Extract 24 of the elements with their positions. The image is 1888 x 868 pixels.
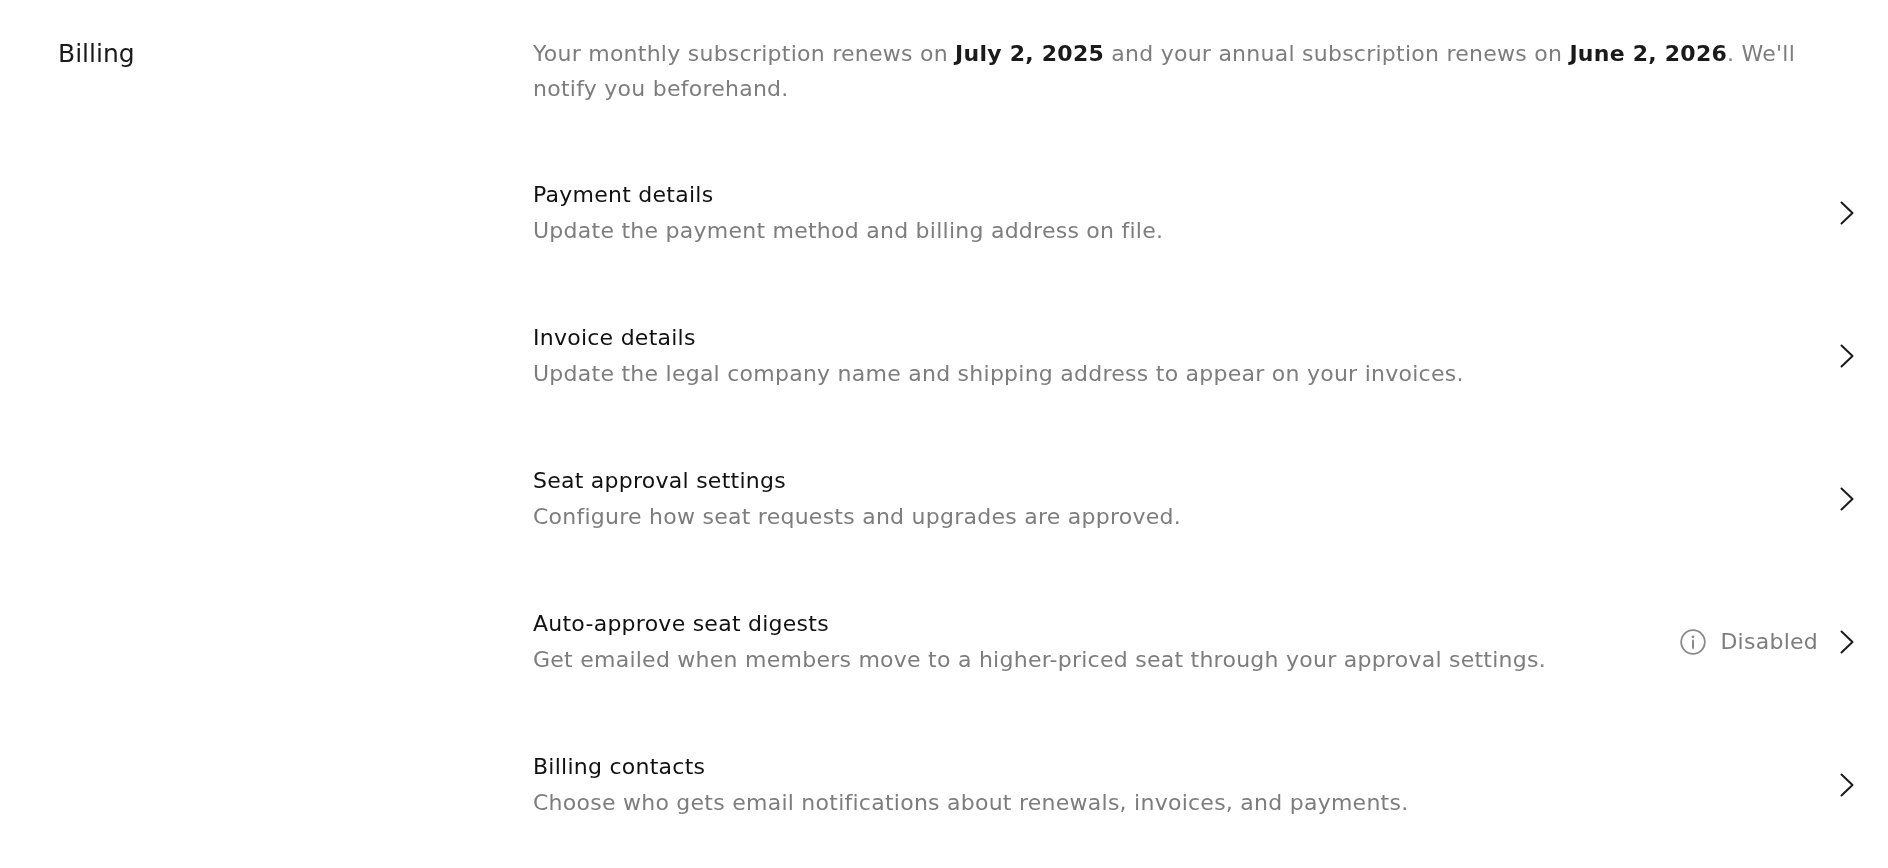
row-description: Configure how seat requests and upgrades are approved. [533,502,1181,531]
settings-row[interactable]: Billing contacts Choose who gets email notifications about renewals, invoices, and payments. [533,713,1854,856]
chevron-right-icon [1840,772,1854,797]
chevron-right-icon [1840,486,1854,511]
settings-row[interactable]: Seat approval settings Configure how seat requests and upgrades are approved. [533,427,1854,570]
row-description: Update the legal company name and shipping address to appear on your invoices. [533,359,1464,388]
row-title: Payment details [533,180,714,209]
info-icon [1680,628,1707,655]
chevron-right-icon [1840,200,1854,225]
settings-row[interactable]: Invoice details Update the legal company name and shipping address to appear on your invoices. [533,284,1854,427]
row-title: Billing contacts [533,752,706,781]
row-description: Get emailed when members move to a higher-priced seat through your approval settings. [533,645,1546,674]
status-label: Disabled [1720,627,1818,656]
renewal-notice: Your monthly subscription renews on July 2, 2025 and your annual subscription renews on June 2, 2026. We'll notify you beforehand. [533,40,1797,103]
row-description: Update the payment method and billing address on file. [533,216,1164,245]
chevron-right-icon [1840,629,1854,654]
row-title: Seat approval settings [533,466,786,495]
chevron-right-icon [1840,343,1854,368]
section-title: Billing [58,38,135,70]
settings-row[interactable]: Payment details Update the payment method and billing address on file. [533,141,1854,284]
row-title: Invoice details [533,323,696,352]
settings-row[interactable]: Auto-approve seat digests Get emailed when members move to a higher-priced seat through your approval settings. Disabled [533,570,1854,713]
row-title: Auto-approve seat digests [533,609,829,638]
row-description: Choose who gets email notifications about renewals, invoices, and payments. [533,788,1409,817]
